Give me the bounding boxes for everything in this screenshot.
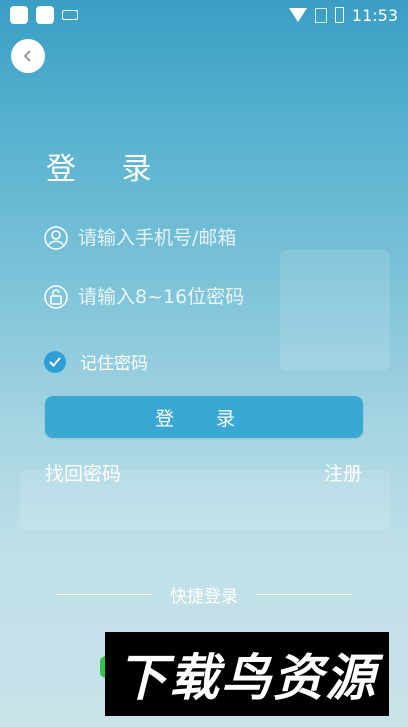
quick-login-divider: 快捷登录 — [56, 582, 352, 607]
remember-label: 记住密码 — [80, 354, 148, 374]
check-icon — [49, 356, 61, 367]
forgot-password-link[interactable]: 找回密码 — [45, 459, 121, 486]
status-icons-left — [10, 6, 78, 24]
status-icons-right: 11:53 — [288, 5, 398, 25]
lock-icon — [44, 285, 68, 309]
remember-checkbox[interactable] — [44, 350, 66, 373]
chevron-left-icon — [23, 50, 31, 62]
remember-password[interactable]: 记住密码 — [44, 349, 148, 374]
wifi-icon — [288, 8, 307, 22]
login-button[interactable]: 登 录 — [45, 396, 363, 438]
password-input[interactable] — [78, 286, 348, 308]
register-link[interactable]: 注册 — [324, 459, 362, 486]
battery-icon — [334, 7, 344, 23]
status-bar: 11:53 — [0, 0, 408, 30]
password-field[interactable] — [44, 281, 362, 313]
notification-icon — [10, 6, 28, 24]
page-title: 登 录 — [46, 152, 170, 187]
account-input[interactable] — [78, 227, 348, 249]
status-time: 11:53 — [351, 5, 398, 25]
no-sim-icon — [314, 7, 327, 23]
back-button[interactable] — [11, 39, 45, 73]
divider-line — [256, 594, 352, 595]
divider-line — [56, 594, 152, 595]
user-icon — [44, 226, 68, 250]
account-field[interactable] — [44, 222, 362, 254]
notification-icon — [36, 6, 54, 24]
quick-login-label: 快捷登录 — [170, 587, 238, 607]
keyboard-icon — [62, 10, 78, 20]
watermark-logo: 下载鸟资源 — [105, 632, 389, 716]
watermark-text: 下载鸟资源 — [117, 649, 377, 707]
